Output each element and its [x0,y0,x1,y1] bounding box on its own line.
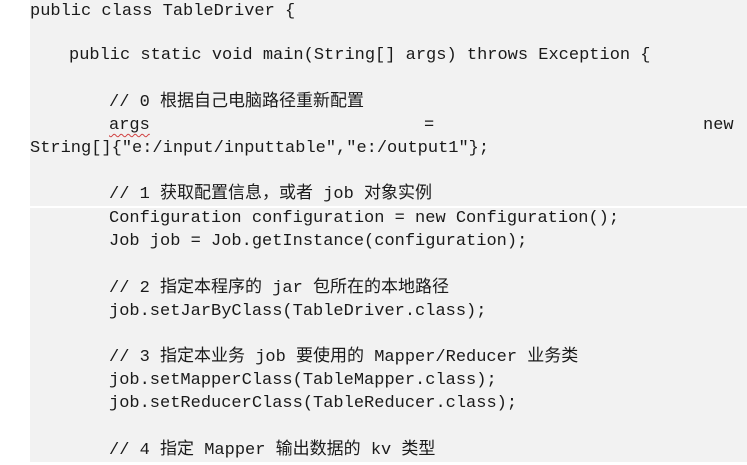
code-line-configuration: Configuration configuration = new Config… [109,209,620,228]
code-new-token: new [703,116,734,135]
code-args-token: args [109,116,150,135]
code-line-set-reducer: job.setReducerClass(TableReducer.class); [109,394,518,413]
code-comment-3: // 3 指定本业务 job 要使用的 Mapper/Reducer 业务类 [109,348,579,367]
code-comment-2: // 2 指定本程序的 jar 包所在的本地路径 [109,279,450,298]
code-line-args-array: String[]{"e:/input/inputtable","e:/outpu… [30,139,490,158]
code-line-set-jar: job.setJarByClass(TableDriver.class); [109,302,487,321]
code-line-set-mapper: job.setMapperClass(TableMapper.class); [109,371,497,390]
code-comment-4: // 4 指定 Mapper 输出数据的 kv 类型 [109,441,436,460]
code-comment-0: // 0 根据自己电脑路径重新配置 [109,93,365,112]
code-line-job-instance: Job job = Job.getInstance(configuration)… [109,232,528,251]
code-line-main-method: public static void main(String[] args) t… [69,46,651,65]
code-line-class-declaration: public class TableDriver { [30,2,296,21]
code-comment-1: // 1 获取配置信息，或者 job 对象实例 [109,185,433,204]
code-equals-token: = [424,116,435,135]
